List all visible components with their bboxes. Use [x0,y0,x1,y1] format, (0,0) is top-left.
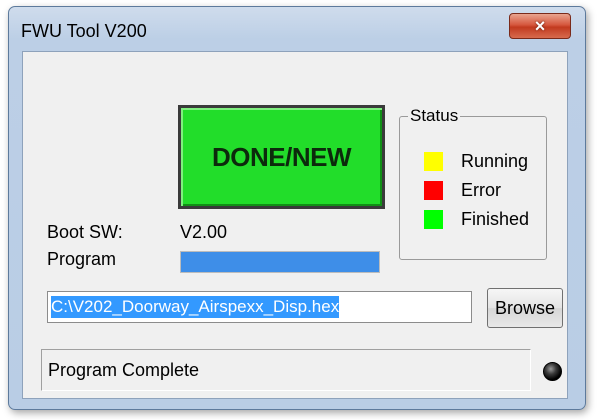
browse-button[interactable]: Browse [487,288,563,328]
client-area: DONE/NEW Status Running Error Finished B… [22,51,568,399]
status-message-panel: Program Complete [41,349,531,391]
boot-sw-label: Boot SW: [47,222,123,242]
program-label: Program [47,249,117,269]
close-button[interactable]: × [509,13,571,39]
status-item-label: Running [461,151,529,171]
program-progress-fill [181,252,379,272]
done-new-button[interactable]: DONE/NEW [178,105,385,209]
status-item-finished: Finished [424,209,529,230]
file-path-text: C:\V202_Doorway_Airspexx_Disp.hex [51,296,340,318]
window-title: FWU Tool V200 [21,21,147,41]
file-path-input[interactable]: C:\V202_Doorway_Airspexx_Disp.hex [47,291,472,323]
running-swatch [424,152,443,171]
close-icon: × [534,15,546,36]
status-message: Program Complete [48,359,200,380]
error-swatch [424,181,443,200]
finished-swatch [424,210,443,229]
boot-sw-value: V2.00 [180,222,228,242]
status-item-label: Error [461,180,501,200]
status-item-error: Error [424,180,501,201]
app-window: FWU Tool V200 × DONE/NEW Status Running … [8,6,586,410]
status-item-label: Finished [461,209,530,229]
status-led-icon [543,362,562,381]
status-item-running: Running [424,151,528,172]
program-progress-bar [180,251,380,273]
status-groupbox: Status Running Error Finished [399,106,547,260]
status-legend: Status [408,106,461,126]
